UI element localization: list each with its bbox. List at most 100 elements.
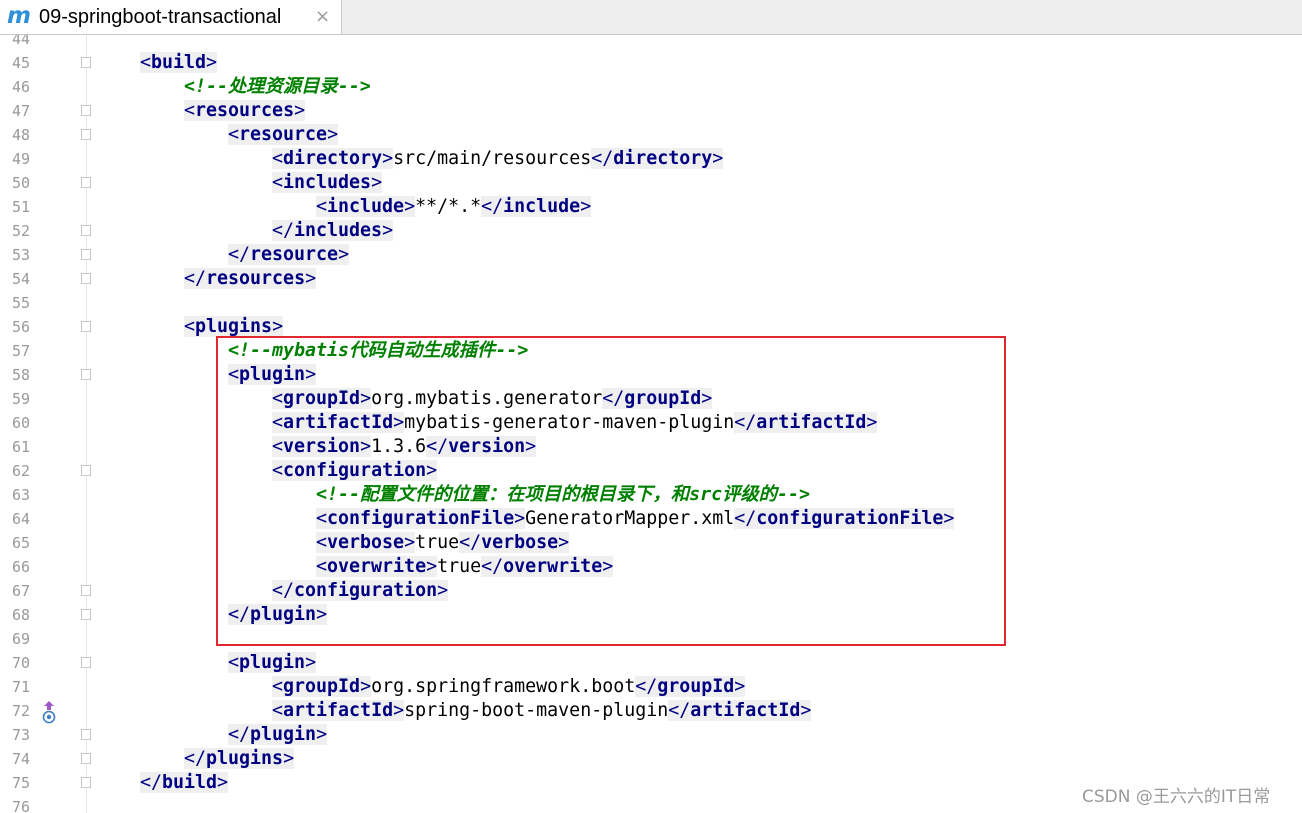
fold-toggle-icon[interactable] <box>81 369 91 380</box>
code-line[interactable]: 73 </plugin> <box>0 723 1302 747</box>
override-up-arrow-icon[interactable] <box>40 700 58 724</box>
xml-close-tag: </artifactId> <box>668 700 812 721</box>
xml-open-tag: <include> <box>316 196 416 217</box>
code-line[interactable]: 56 <plugins> <box>0 315 1302 339</box>
xml-text-value: true <box>437 556 482 577</box>
code-line[interactable]: 47 <resources> <box>0 99 1302 123</box>
code-line[interactable]: 61 <version>1.3.6</version> <box>0 435 1302 459</box>
fold-toggle-icon[interactable] <box>81 225 91 236</box>
fold-toggle-icon[interactable] <box>81 777 91 788</box>
xml-comment: <!--处理资源目录--> <box>184 76 371 97</box>
xml-tag-name: plugins <box>195 316 273 337</box>
code-line[interactable]: 49 <directory>src/main/resources</directo… <box>0 147 1302 171</box>
fold-toggle-icon[interactable] <box>81 177 91 188</box>
code-line[interactable]: 69 <box>0 627 1302 651</box>
line-number: 54 <box>11 270 30 288</box>
code-text: <resources> <box>184 99 306 123</box>
xml-tag-name: directory <box>613 148 713 169</box>
xml-open-tag: <plugins> <box>184 316 284 337</box>
xml-text-value: mybatis-generator-maven-plugin <box>404 412 735 433</box>
code-line[interactable]: 54 </resources> <box>0 267 1302 291</box>
xml-close-tag: </overwrite> <box>481 556 614 577</box>
code-line[interactable]: 44 <box>0 35 1302 51</box>
code-text: </includes> <box>272 219 394 243</box>
xml-tag-name: plugins <box>206 748 284 769</box>
xml-tag-name: artifactId <box>283 700 394 721</box>
fold-toggle-icon[interactable] <box>81 321 91 332</box>
code-line[interactable]: 45 <build> <box>0 51 1302 75</box>
xml-tag-name: verbose <box>481 532 559 553</box>
line-number: 75 <box>11 774 30 792</box>
xml-close-tag: </plugin> <box>228 724 328 745</box>
close-icon[interactable]: × <box>315 5 330 29</box>
xml-tag-name: overwrite <box>503 556 603 577</box>
code-line[interactable]: 67 </configuration> <box>0 579 1302 603</box>
code-line[interactable]: 70 <plugin> <box>0 651 1302 675</box>
code-text: <!--mybatis代码自动生成插件--> <box>228 339 528 363</box>
code-line[interactable]: 51 <include>**/*.*</include> <box>0 195 1302 219</box>
line-number: 57 <box>11 342 30 360</box>
code-text: <configurationFile>GeneratorMapper.xml</… <box>316 507 955 531</box>
code-line[interactable]: 52 </includes> <box>0 219 1302 243</box>
xml-tag-name: directory <box>283 148 383 169</box>
code-text: <includes> <box>272 171 383 195</box>
xml-text-value: spring-boot-maven-plugin <box>404 700 669 721</box>
fold-toggle-icon[interactable] <box>81 585 91 596</box>
code-line[interactable]: 58 <plugin> <box>0 363 1302 387</box>
code-line[interactable]: 60 <artifactId>mybatis-generator-maven-pl… <box>0 411 1302 435</box>
line-number: 71 <box>11 678 30 696</box>
tab-title: 09-springboot-transactional <box>39 6 282 28</box>
xml-tag-name: include <box>503 196 581 217</box>
code-line[interactable]: 68 </plugin> <box>0 603 1302 627</box>
fold-toggle-icon[interactable] <box>81 729 91 740</box>
code-line[interactable]: 72 <artifactId>spring-boot-maven-plugin</… <box>0 699 1302 723</box>
file-tab[interactable]: m 09-springboot-transactional × <box>0 0 342 34</box>
editor-tab-bar: m 09-springboot-transactional × <box>0 0 1302 35</box>
xml-close-tag: </groupId> <box>635 676 746 697</box>
code-text: <configuration> <box>272 459 438 483</box>
fold-toggle-icon[interactable] <box>81 273 91 284</box>
code-line[interactable]: 74 </plugins> <box>0 747 1302 771</box>
fold-toggle-icon[interactable] <box>81 249 91 260</box>
code-line[interactable]: 48 <resource> <box>0 123 1302 147</box>
xml-open-tag: <configuration> <box>272 460 438 481</box>
code-text: <version>1.3.6</version> <box>272 435 537 459</box>
line-number: 72 <box>11 702 30 720</box>
code-text: <include>**/*.*</include> <box>316 195 592 219</box>
line-number: 67 <box>11 582 30 600</box>
fold-toggle-icon[interactable] <box>81 105 91 116</box>
xml-tag-name: version <box>283 436 361 457</box>
code-text: <directory>src/main/resources</directory… <box>272 147 724 171</box>
xml-tag-name: overwrite <box>327 556 427 577</box>
fold-toggle-icon[interactable] <box>81 465 91 476</box>
fold-toggle-icon[interactable] <box>81 57 91 68</box>
fold-toggle-icon[interactable] <box>81 129 91 140</box>
code-line[interactable]: 63 <!--配置文件的位置：在项目的根目录下，和src评级的--> <box>0 483 1302 507</box>
line-number: 61 <box>11 438 30 456</box>
xml-open-tag: <directory> <box>272 148 394 169</box>
fold-toggle-icon[interactable] <box>81 609 91 620</box>
code-editor[interactable]: 44 45 <build> 46 <!--处理资源目录--> 47 <resources> 4… <box>0 35 1302 813</box>
code-line[interactable]: 53 </resource> <box>0 243 1302 267</box>
xml-open-tag: <artifactId> <box>272 412 405 433</box>
code-line[interactable]: 55 <box>0 291 1302 315</box>
code-line[interactable]: 57 <!--mybatis代码自动生成插件--> <box>0 339 1302 363</box>
code-line[interactable]: 65 <verbose>true</verbose> <box>0 531 1302 555</box>
code-line[interactable]: 64 <configurationFile>GeneratorMapper.xml… <box>0 507 1302 531</box>
fold-toggle-icon[interactable] <box>81 753 91 764</box>
line-number: 63 <box>11 486 30 504</box>
fold-toggle-icon[interactable] <box>81 657 91 668</box>
code-line[interactable]: 50 <includes> <box>0 171 1302 195</box>
code-line[interactable]: 46 <!--处理资源目录--> <box>0 75 1302 99</box>
code-text: <!--配置文件的位置：在项目的根目录下，和src评级的--> <box>316 483 810 507</box>
xml-text-value: 1.3.6 <box>371 436 427 457</box>
xml-open-tag: <groupId> <box>272 388 372 409</box>
line-number: 69 <box>11 630 30 648</box>
code-line[interactable]: 66 <overwrite>true</overwrite> <box>0 555 1302 579</box>
code-line[interactable]: 71 <groupId>org.springframework.boot</gro… <box>0 675 1302 699</box>
code-line[interactable]: 62 <configuration> <box>0 459 1302 483</box>
xml-tag-name: configuration <box>283 460 427 481</box>
xml-tag-name: groupId <box>283 676 361 697</box>
xml-close-tag: </include> <box>481 196 592 217</box>
code-line[interactable]: 59 <groupId>org.mybatis.generator</groupI… <box>0 387 1302 411</box>
